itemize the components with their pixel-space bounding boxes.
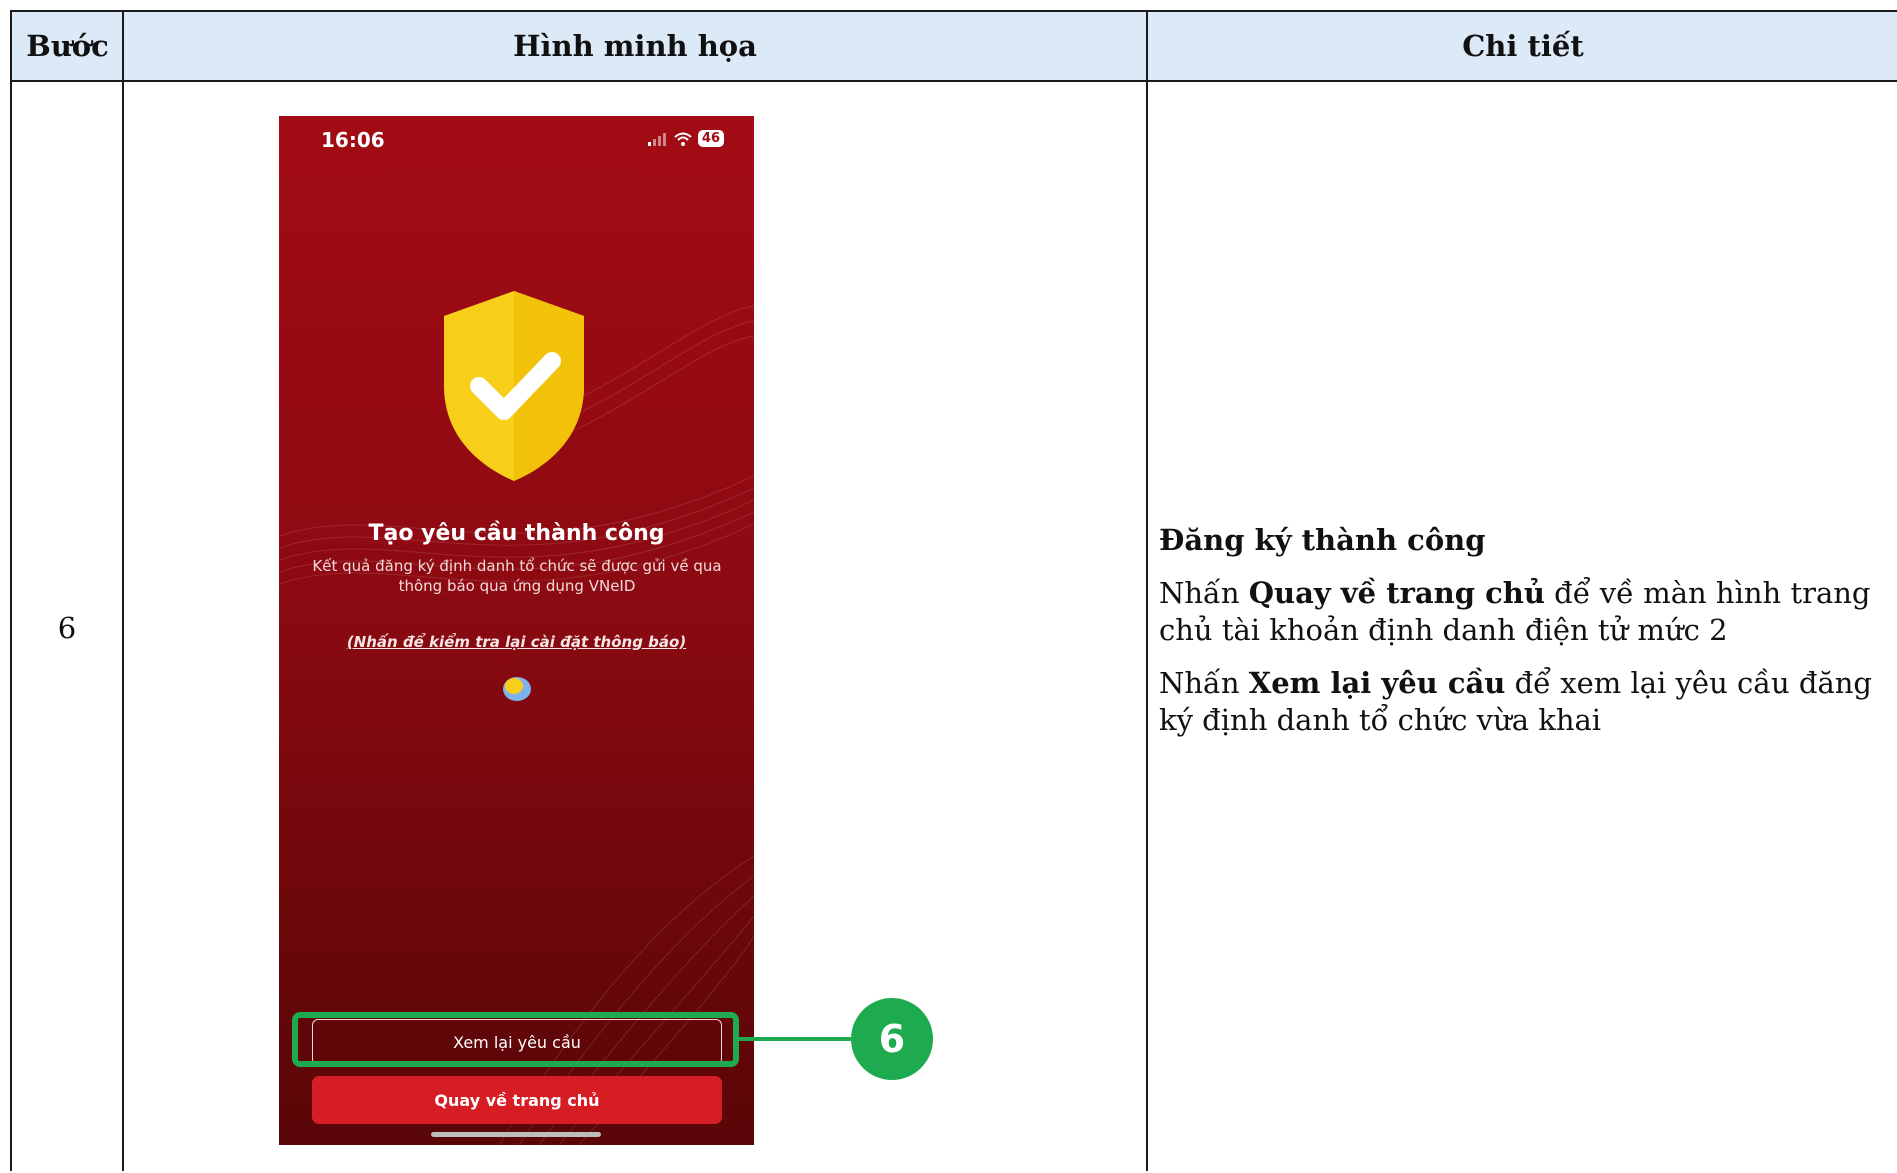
detail-cell: Đăng ký thành công Nhấn Quay về trang ch…	[1159, 522, 1879, 755]
shield-check-icon	[444, 291, 584, 481]
column-divider	[1146, 12, 1148, 1171]
back-home-button[interactable]: Quay về trang chủ	[312, 1076, 722, 1124]
bold-text: Quay về trang chủ	[1248, 576, 1545, 610]
signal-icon	[647, 132, 666, 146]
detail-title: Đăng ký thành công	[1159, 523, 1486, 557]
status-time: 16:06	[321, 128, 385, 152]
column-divider	[122, 12, 124, 1171]
success-title: Tạo yêu cầu thành công	[368, 521, 665, 546]
step-number: 6	[57, 610, 77, 645]
status-bar-icons: 46	[647, 130, 724, 147]
callout-badge: 6	[851, 998, 933, 1080]
header-step: Bước	[12, 12, 123, 82]
text: Nhấn	[1159, 666, 1249, 700]
header-details: Chi tiết	[1147, 12, 1897, 82]
wifi-icon	[674, 132, 692, 146]
detail-paragraph-home: Nhấn Quay về trang chủ để về màn hình tr…	[1159, 575, 1879, 649]
text: Nhấn	[1159, 576, 1249, 610]
success-description: Kết quả đăng ký định danh tổ chức sẽ đượ…	[312, 557, 722, 595]
notification-bell-icon	[503, 677, 531, 701]
phone-screenshot: 16:06 46 Tạo yêu cầu thành công Kết quả …	[279, 116, 754, 1145]
notification-settings-link[interactable]: (Nhấn để kiểm tra lại cài đặt thông báo)	[279, 633, 754, 651]
home-indicator	[431, 1132, 601, 1137]
bold-text: Xem lại yêu cầu	[1248, 666, 1506, 700]
background-waves	[279, 305, 754, 1145]
highlight-box	[292, 1012, 739, 1067]
header-illustration: Hình minh họa	[123, 12, 1147, 82]
battery-icon: 46	[697, 130, 724, 147]
detail-paragraph-review: Nhấn Xem lại yêu cầu để xem lại yêu cầu …	[1159, 665, 1879, 739]
callout-connector	[739, 1037, 854, 1041]
